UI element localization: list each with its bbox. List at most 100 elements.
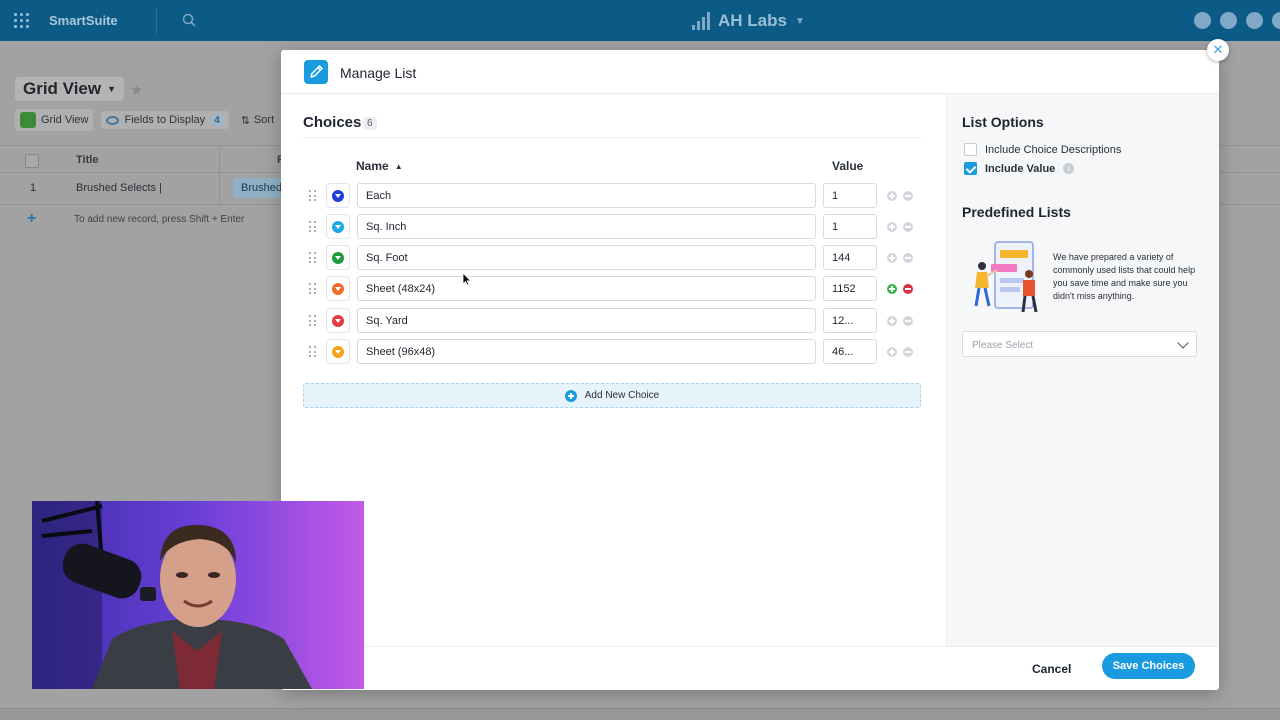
plus-icon[interactable]: + <box>27 210 36 228</box>
add-choice-icon[interactable] <box>887 191 897 201</box>
color-dot-icon <box>332 252 344 264</box>
fields-to-display-label: Fields to Display <box>124 114 206 126</box>
predefined-lists-title: Predefined Lists <box>962 204 1071 220</box>
choice-value-input[interactable] <box>823 245 877 270</box>
remove-choice-icon[interactable] <box>903 253 913 263</box>
workspace-bars-icon <box>692 12 710 30</box>
add-choice-icon[interactable] <box>887 284 897 294</box>
color-dot-icon <box>332 346 344 358</box>
color-dot-icon <box>332 221 344 233</box>
choices-count-badge: 6 <box>363 117 377 130</box>
color-picker-button[interactable] <box>326 339 350 364</box>
choice-name-input[interactable] <box>357 245 816 270</box>
divider <box>303 137 921 138</box>
top-right-icons <box>1194 12 1280 29</box>
choice-value-input[interactable] <box>823 276 877 301</box>
fields-to-display-button[interactable]: Fields to Display 4 <box>101 111 229 129</box>
drag-handle-icon[interactable] <box>309 221 317 233</box>
include-value-checkbox[interactable] <box>964 162 977 175</box>
search-icon[interactable] <box>182 13 196 27</box>
apps-grid-icon[interactable] <box>14 13 29 28</box>
choice-name-input[interactable] <box>357 183 816 208</box>
choice-name-input[interactable] <box>357 339 816 364</box>
chevron-down-icon <box>1177 337 1189 349</box>
remove-choice-icon[interactable] <box>903 284 913 294</box>
color-picker-button[interactable] <box>326 214 350 239</box>
predefined-lists-illustration-icon <box>974 241 1038 313</box>
color-picker-button[interactable] <box>326 308 350 333</box>
choice-row <box>281 276 946 302</box>
drag-handle-icon[interactable] <box>309 346 317 358</box>
include-descriptions-option[interactable]: Include Choice Descriptions <box>964 143 1121 156</box>
choices-title: Choices <box>303 114 362 131</box>
close-icon: ✕ <box>1212 42 1224 57</box>
close-modal-button[interactable]: ✕ <box>1207 39 1229 61</box>
add-choice-icon[interactable] <box>887 222 897 232</box>
view-selector[interactable]: Grid View ▼ <box>15 77 125 101</box>
drag-handle-icon[interactable] <box>309 252 317 264</box>
row-number: 1 <box>30 182 37 194</box>
name-column-header[interactable]: Name ▲ <box>356 159 403 173</box>
remove-choice-icon[interactable] <box>903 347 913 357</box>
column-header-title[interactable]: Title <box>76 154 98 166</box>
favorite-star-icon[interactable]: ★ <box>130 81 143 99</box>
top-bar: SmartSuite AH Labs ▼ <box>0 0 1280 41</box>
workspace-switcher[interactable]: AH Labs ▼ <box>692 11 805 31</box>
choice-value-input[interactable] <box>823 214 877 239</box>
choice-name-input[interactable] <box>357 308 816 333</box>
row-title-cell[interactable]: Brushed Selects | <box>76 182 162 194</box>
choice-value-input[interactable] <box>823 183 877 208</box>
check-icon[interactable] <box>1246 12 1263 29</box>
remove-choice-icon[interactable] <box>903 316 913 326</box>
name-column-label: Name <box>356 159 389 173</box>
choice-row <box>281 308 946 334</box>
add-choice-icon[interactable] <box>887 316 897 326</box>
color-picker-button[interactable] <box>326 183 350 208</box>
sort-button[interactable]: ⇅ Sort <box>237 111 278 130</box>
predefined-list-select[interactable]: Please Select <box>962 331 1197 357</box>
choice-value-input[interactable] <box>823 308 877 333</box>
choice-name-input[interactable] <box>357 276 816 301</box>
choice-row <box>281 214 946 240</box>
modal-title: Manage List <box>340 65 417 81</box>
include-value-label: Include Value <box>985 162 1056 175</box>
remove-choice-icon[interactable] <box>903 222 913 232</box>
color-picker-button[interactable] <box>326 245 350 270</box>
manage-list-modal: Manage List Choices 6 Name ▲ Value Each … <box>281 50 1219 690</box>
drag-handle-icon[interactable] <box>309 283 317 295</box>
color-picker-button[interactable] <box>326 276 350 301</box>
drag-handle-icon[interactable] <box>309 190 317 202</box>
star-icon[interactable] <box>1220 12 1237 29</box>
team-icon[interactable] <box>1194 12 1211 29</box>
select-all-checkbox[interactable] <box>25 154 39 168</box>
choice-row <box>281 245 946 271</box>
value-column-header: Value <box>832 159 864 173</box>
save-choices-button[interactable]: Save Choices <box>1102 653 1195 679</box>
add-choice-icon[interactable] <box>887 253 897 263</box>
drag-handle-icon[interactable] <box>309 315 317 327</box>
choice-row <box>281 183 946 209</box>
brand-logo[interactable]: SmartSuite <box>49 13 118 28</box>
add-new-choice-button[interactable]: Add New Choice <box>303 383 921 408</box>
add-record-hint: To add new record, press Shift + Enter <box>74 214 245 225</box>
grid-view-button[interactable]: Grid View <box>15 109 94 131</box>
bottom-strip <box>0 708 1280 720</box>
choice-name-input[interactable] <box>357 214 816 239</box>
mouse-cursor-icon <box>462 272 472 286</box>
cancel-button[interactable]: Cancel <box>1032 662 1071 676</box>
color-dot-icon <box>332 190 344 202</box>
divider <box>156 8 157 34</box>
choice-value-input[interactable] <box>823 339 877 364</box>
include-value-option[interactable]: Include Value i <box>964 162 1075 175</box>
predefined-lists-description: We have prepared a variety of commonly u… <box>1053 252 1196 301</box>
include-descriptions-checkbox[interactable] <box>964 143 977 156</box>
avatar[interactable] <box>1272 12 1280 29</box>
remove-choice-icon[interactable] <box>903 191 913 201</box>
chevron-down-icon: ▼ <box>107 84 117 94</box>
eye-icon <box>106 115 120 125</box>
list-options-title: List Options <box>962 114 1044 130</box>
modal-header: Manage List <box>281 50 1219 94</box>
add-choice-icon[interactable] <box>887 347 897 357</box>
info-icon[interactable]: i <box>1063 163 1075 174</box>
plus-circle-icon <box>564 389 577 402</box>
